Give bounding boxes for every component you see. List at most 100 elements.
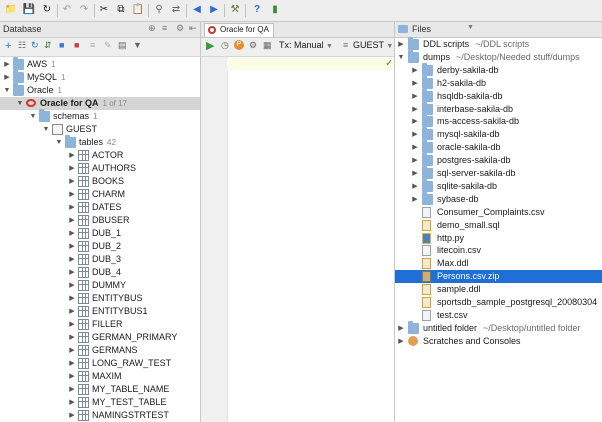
chevron-right-icon[interactable]: ▶ — [68, 305, 76, 318]
chevron-right-icon[interactable]: ▶ — [411, 77, 419, 90]
tree-row[interactable]: ▶ NAMINGSTRTEST — [0, 409, 200, 422]
tree-row[interactable]: ▶ MY_TABLE_NAME — [0, 383, 200, 396]
tree-row[interactable]: ▶ ENTITYBUS — [0, 292, 200, 305]
copy-icon[interactable]: ⧉ — [114, 3, 128, 17]
refresh-icon[interactable]: ↻ — [40, 3, 54, 17]
chevron-down-icon[interactable]: ▼ — [397, 51, 405, 64]
console-icon[interactable]: ▤ — [118, 40, 127, 51]
chevron-right-icon[interactable]: ▶ — [411, 180, 419, 193]
chevron-right-icon[interactable]: ▶ — [68, 253, 76, 266]
chevron-right-icon[interactable]: ▶ — [68, 331, 76, 344]
editor-current-line[interactable] — [227, 58, 394, 70]
tree-row[interactable]: ▶ BOOKS — [0, 175, 200, 188]
find-icon[interactable]: ⚲ — [152, 3, 166, 17]
file-row[interactable]: ▶ derby-sakila-db — [395, 62, 602, 77]
chevron-right-icon[interactable]: ▶ — [68, 214, 76, 227]
tree-row[interactable]: ▶ ACTOR — [0, 149, 200, 162]
tree-row[interactable]: ▶ DUB_4 — [0, 266, 200, 279]
cut-icon[interactable]: ✂ — [97, 3, 111, 17]
tree-row[interactable]: ▶ GERMANS — [0, 344, 200, 357]
file-row[interactable]: Max.ddl — [395, 257, 602, 270]
results-icon[interactable]: ▦ — [263, 40, 272, 51]
chevron-right-icon[interactable]: ▶ — [68, 149, 76, 162]
chevron-down-icon[interactable]: ▼ — [29, 110, 37, 123]
tree-row[interactable]: ▶ GERMAN_PRIMARY — [0, 331, 200, 344]
file-row[interactable]: ▶ hsqldb-sakila-db — [395, 88, 602, 103]
tree-row[interactable]: ▼ Oracle 1 — [0, 83, 200, 97]
chevron-down-icon[interactable]: ▼ — [42, 123, 50, 136]
tab-oracle-for-qa[interactable]: Oracle for QA — [204, 23, 274, 37]
file-row[interactable]: ▼ dumps ~/Desktop/Needed stuff/dumps — [395, 49, 602, 64]
properties-icon[interactable]: ☷ — [18, 40, 26, 51]
save-icon[interactable]: 💾 — [22, 3, 36, 17]
chevron-right-icon[interactable]: ▶ — [68, 162, 76, 175]
chevron-right-icon[interactable]: ▶ — [411, 103, 419, 116]
chevron-right-icon[interactable]: ▶ — [411, 193, 419, 206]
tree-row[interactable]: ▼ tables 42 — [0, 135, 200, 149]
tree-row[interactable]: ▶ FILLER — [0, 318, 200, 331]
hide-panel-icon[interactable]: ⇤ — [189, 23, 197, 34]
chevron-right-icon[interactable]: ▶ — [68, 409, 76, 422]
gear-icon[interactable]: ⚙ — [176, 23, 184, 34]
chevron-right-icon[interactable]: ▶ — [68, 175, 76, 188]
tree-row[interactable]: ▶ DUB_2 — [0, 240, 200, 253]
history-icon[interactable]: ◷ — [221, 40, 229, 51]
chevron-right-icon[interactable]: ▶ — [68, 188, 76, 201]
chevron-right-icon[interactable]: ▶ — [68, 370, 76, 383]
file-row[interactable]: ▶ untitled folder ~/Desktop/untitled folde… — [395, 320, 602, 335]
run-icon[interactable]: ▶ — [206, 39, 214, 52]
chevron-right-icon[interactable]: ▶ — [397, 335, 405, 348]
chevron-down-icon[interactable]: ▼ — [55, 136, 63, 149]
chevron-right-icon[interactable]: ▶ — [411, 115, 419, 128]
file-row[interactable]: ▶ DDL scripts ~/DDL scripts — [395, 37, 602, 51]
tree-row[interactable]: ▼ Oracle for QA 1 of 17 — [0, 97, 200, 110]
chevron-right-icon[interactable]: ▶ — [411, 141, 419, 154]
tree-row[interactable]: ▶ MAXIM — [0, 370, 200, 383]
chevron-right-icon[interactable]: ▶ — [411, 64, 419, 77]
chevron-down-icon[interactable]: ▼ — [16, 97, 24, 110]
collapse-icon[interactable]: ≡ — [162, 23, 167, 33]
chevron-right-icon[interactable]: ▶ — [411, 154, 419, 167]
chevron-right-icon[interactable]: ▶ — [68, 357, 76, 370]
sync-icon[interactable]: ⊕ — [148, 23, 156, 34]
chevron-down-icon[interactable]: ▼ — [3, 84, 11, 97]
chevron-right-icon[interactable]: ▶ — [411, 90, 419, 103]
disconnect-icon[interactable]: ■ — [59, 40, 64, 50]
file-row[interactable]: ▶ Scratches and Consoles — [395, 335, 602, 348]
redo-icon[interactable]: ↷ — [77, 3, 91, 17]
file-row[interactable]: ▶ sqlite-sakila-db — [395, 178, 602, 193]
file-row[interactable]: ▶ sybase-db — [395, 191, 602, 206]
tree-row[interactable]: ▶ AWS 1 — [0, 57, 200, 71]
chevron-right-icon[interactable]: ▶ — [397, 38, 405, 51]
tree-row[interactable]: ▶ DUB_3 — [0, 253, 200, 266]
chevron-right-icon[interactable]: ▶ — [411, 167, 419, 180]
chevron-down-icon[interactable]: ▼ — [467, 24, 474, 31]
stop-icon[interactable]: ■ — [74, 40, 79, 50]
chevron-right-icon[interactable]: ▶ — [68, 383, 76, 396]
chevron-right-icon[interactable]: ▶ — [397, 322, 405, 335]
file-row[interactable]: Persons.csv.zip — [395, 270, 602, 284]
paste-icon[interactable]: 📋 — [131, 3, 145, 17]
explain-plan-icon[interactable]: P — [234, 40, 244, 50]
chevron-right-icon[interactable]: ▶ — [68, 240, 76, 253]
tree-row[interactable]: ▶ MY_TEST_TABLE — [0, 396, 200, 409]
edit-icon[interactable]: ✎ — [104, 40, 112, 51]
chevron-right-icon[interactable]: ▶ — [68, 227, 76, 240]
chevron-right-icon[interactable]: ▶ — [3, 71, 11, 84]
file-row[interactable]: test.csv — [395, 309, 602, 322]
table-editor-icon[interactable]: ≡ — [90, 40, 95, 50]
chevron-right-icon[interactable]: ▶ — [68, 292, 76, 305]
help-icon[interactable]: ? — [250, 3, 264, 17]
build-icon[interactable]: ⚒ — [228, 3, 242, 17]
forward-icon[interactable]: ▶ — [207, 3, 221, 17]
chevron-right-icon[interactable]: ▶ — [68, 396, 76, 409]
chevron-right-icon[interactable]: ▶ — [68, 201, 76, 214]
chevron-right-icon[interactable]: ▶ — [411, 128, 419, 141]
file-row[interactable]: litecoin.csv — [395, 244, 602, 257]
schema-switch-icon[interactable]: ≡ — [343, 40, 348, 50]
chevron-right-icon[interactable]: ▶ — [68, 279, 76, 292]
tree-row[interactable]: ▶ ENTITYBUS1 — [0, 305, 200, 318]
refresh-icon[interactable]: ↻ — [31, 40, 39, 51]
filter-icon[interactable]: ▼ — [133, 40, 142, 50]
replace-icon[interactable]: ⇄ — [169, 3, 183, 17]
